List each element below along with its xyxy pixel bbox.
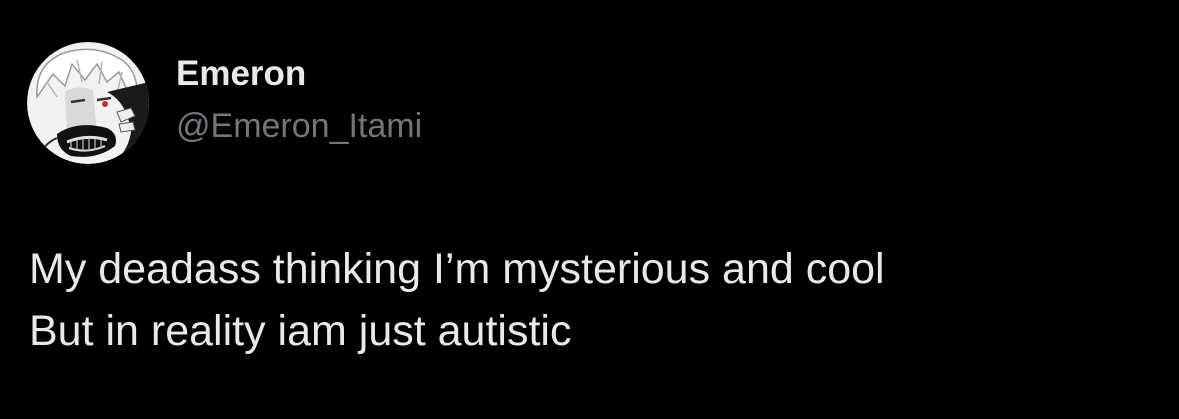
avatar[interactable] (27, 42, 149, 164)
tweet-text: My deadass thinking I’m mysterious and c… (29, 238, 1149, 362)
tweet-text-line: But in reality iam just autistic (29, 307, 572, 355)
author-display-name[interactable]: Emeron (176, 54, 306, 94)
anime-character-avatar-icon (27, 42, 149, 164)
tweet-card: Emeron @Emeron_Itami My deadass thinking… (0, 0, 1179, 419)
tweet-text-line: My deadass thinking I’m mysterious and c… (29, 245, 885, 293)
author-handle[interactable]: @Emeron_Itami (176, 106, 422, 146)
